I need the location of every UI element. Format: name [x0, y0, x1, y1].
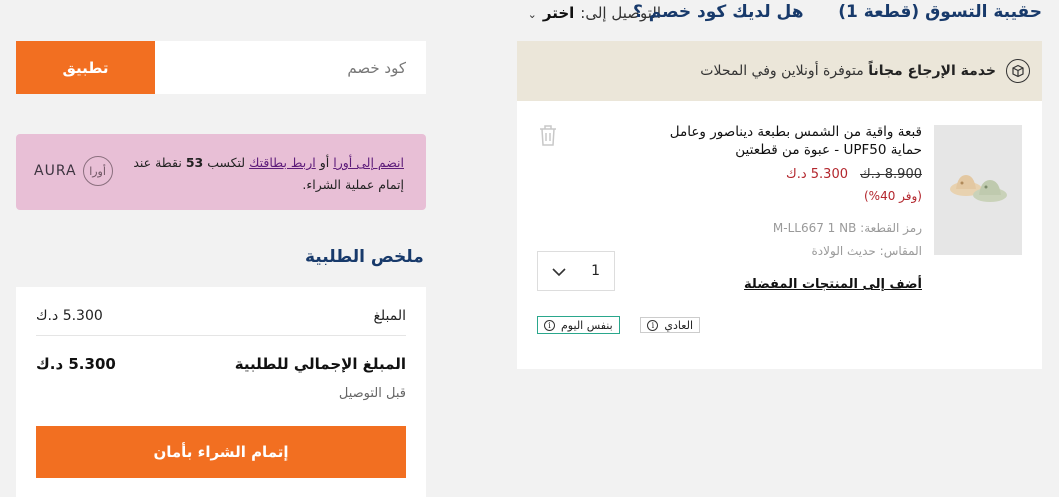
product-image[interactable]	[934, 125, 1022, 255]
box-icon	[1006, 59, 1030, 83]
shipping-option-regular[interactable]: العادي i	[640, 317, 700, 333]
chevron-down-icon: ⌄	[527, 7, 537, 21]
product-sku: رمز القطعة: M-LL667 1 NB	[772, 221, 922, 235]
trash-icon[interactable]	[537, 123, 559, 147]
delivery-value: اختر	[542, 4, 575, 22]
cart-title: حقيبة التسوق (قطعة 1)	[838, 2, 1042, 22]
shipping-option-same-day[interactable]: بنفس اليوم i	[537, 316, 620, 334]
price-row: 8.900 د.ك 5.300 د.ك	[786, 167, 922, 182]
link-card-link[interactable]: اربط بطاقتك	[249, 155, 316, 170]
aura-brand: AURA	[34, 163, 77, 179]
aura-ring-icon: أورا	[82, 156, 113, 186]
chevron-down-icon	[552, 262, 566, 281]
pre-delivery-note: قبل التوصيل	[338, 386, 406, 401]
subtotal-label: المبلغ	[373, 308, 406, 324]
apply-promo-button[interactable]: تطبيق	[16, 41, 155, 94]
order-total-label: المبلغ الإجمالي للطلبية	[234, 355, 406, 373]
aura-logo: AURA أورا	[34, 156, 113, 186]
aura-or: أو	[315, 155, 334, 170]
aura-points: 53	[185, 155, 204, 170]
order-summary-box: المبلغ 5.300 د.ك المبلغ الإجمالي للطلبية…	[16, 287, 426, 497]
promo-code-input[interactable]	[155, 41, 426, 94]
join-aura-link[interactable]: انضم إلى أورا	[333, 155, 404, 170]
order-summary-title: ملخص الطلبية	[305, 247, 424, 267]
free-return-banner: خدمة الإرجاع مجاناً متوفرة أونلاين وفي ا…	[517, 41, 1042, 101]
aura-earn-prefix: لتكسب	[203, 155, 250, 170]
aura-message: انضم إلى أورا أو اربط بطاقتك لتكسب 53 نق…	[124, 152, 404, 196]
secure-checkout-button[interactable]: إتمام الشراء بأمان	[36, 426, 406, 478]
sale-price: 5.300 د.ك	[786, 167, 848, 182]
quantity-value: 1	[591, 263, 600, 279]
add-to-wishlist-link[interactable]: أضف إلى المنتجات المفضلة	[744, 277, 922, 292]
info-icon[interactable]: i	[647, 319, 659, 331]
cart-item-card: قبعة واقية من الشمس بطبعة ديناصور وعامل …	[517, 101, 1042, 369]
product-size: المقاس: حديث الولادة	[811, 244, 922, 258]
quantity-select[interactable]: 1	[537, 251, 615, 291]
summary-divider	[36, 335, 406, 336]
free-return-bold: خدمة الإرجاع مجاناً	[868, 63, 996, 79]
promo-code-title: هل لديك كود خصم ؟	[633, 2, 804, 22]
shipping-sameday-label: بنفس اليوم	[561, 318, 613, 332]
product-name[interactable]: قبعة واقية من الشمس بطبعة ديناصور وعامل …	[637, 123, 922, 159]
original-price: 8.900 د.ك	[860, 167, 922, 182]
free-return-rest: متوفرة أونلاين وفي المحلات	[700, 63, 869, 79]
shipping-regular-label: العادي	[664, 318, 693, 332]
free-return-text: خدمة الإرجاع مجاناً متوفرة أونلاين وفي ا…	[700, 63, 996, 79]
subtotal-value: 5.300 د.ك	[36, 308, 103, 324]
aura-loyalty-banner: AURA أورا انضم إلى أورا أو اربط بطاقتك ل…	[16, 134, 426, 210]
promo-code-form: تطبيق	[16, 41, 426, 94]
info-icon[interactable]: i	[544, 319, 555, 331]
order-total-value: 5.300 د.ك	[36, 355, 116, 373]
savings-text: (وفر 40%)	[863, 189, 922, 203]
